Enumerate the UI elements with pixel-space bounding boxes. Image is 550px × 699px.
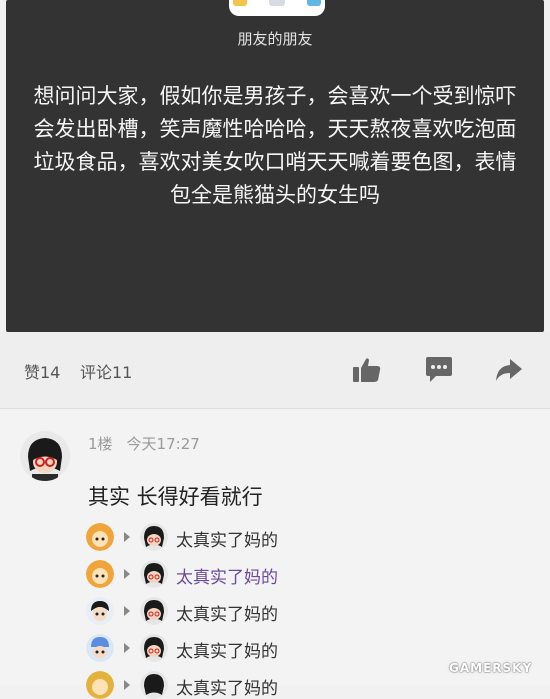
action-bar: 赞14 评论11 [0, 332, 550, 409]
triangle-right-icon [124, 643, 130, 653]
comment-meta: 1楼 今天17:27 [88, 433, 214, 454]
thumbs-up-icon[interactable] [352, 356, 382, 384]
reply-row[interactable]: 太真实了妈的 [86, 671, 346, 699]
replier-avatar[interactable] [86, 560, 114, 588]
triangle-right-icon [124, 606, 130, 616]
likes-count[interactable]: 赞14 [24, 359, 60, 383]
reply-target-avatar[interactable] [140, 560, 168, 588]
replier-avatar[interactable] [86, 671, 114, 699]
triangle-right-icon [124, 569, 130, 579]
reply-text: 太真实了妈的 [176, 568, 278, 588]
reply-text: 太真实了妈的 [176, 679, 278, 699]
floor-number: 1楼 [88, 435, 113, 453]
comment-text: 其实 长得好看就行 [88, 485, 263, 509]
reply-text: 太真实了妈的 [176, 605, 278, 625]
reply-target-avatar[interactable] [140, 597, 168, 625]
post-text: 想问问大家，假如你是男孩子，会喜欢一个受到惊吓会发出卧槽，笑声魔性哈哈哈，天天熬… [33, 84, 517, 207]
replier-avatar[interactable] [86, 597, 114, 625]
triangle-right-icon [124, 680, 130, 690]
comment-time: 今天17:27 [126, 435, 200, 453]
share-arrow-icon[interactable] [494, 356, 524, 384]
post-card: 朋友的朋友 想问问大家，假如你是男孩子，会喜欢一个受到惊吓会发出卧槽，笑声魔性哈… [6, 0, 544, 332]
replier-avatar[interactable] [86, 523, 114, 551]
author-name[interactable]: 朋友的朋友 [6, 28, 544, 49]
triangle-right-icon [124, 532, 130, 542]
reply-row[interactable]: 太真实了妈的 [86, 597, 346, 625]
replier-avatar[interactable] [86, 634, 114, 662]
reply-row[interactable]: 太真实了妈的 [86, 523, 346, 551]
reply-bubble-icon[interactable] [424, 356, 454, 384]
reply-row[interactable]: 太真实了妈的 [86, 560, 346, 588]
reply-row[interactable]: 太真实了妈的 [86, 634, 346, 662]
comments-count[interactable]: 评论11 [80, 359, 132, 383]
reply-target-avatar[interactable] [140, 634, 168, 662]
reply-text: 太真实了妈的 [176, 642, 278, 662]
watermark: GAMERSKY [449, 661, 533, 675]
reply-target-avatar[interactable] [140, 523, 168, 551]
author-avatar[interactable] [229, 0, 325, 16]
comment-area: 1楼 今天17:27 其实 长得好看就行 太真实了妈的 太真实了妈的 太真实了妈… [0, 409, 550, 699]
reply-target-avatar[interactable] [140, 671, 168, 699]
commenter-avatar[interactable] [20, 431, 70, 481]
reply-text: 太真实了妈的 [176, 531, 278, 551]
